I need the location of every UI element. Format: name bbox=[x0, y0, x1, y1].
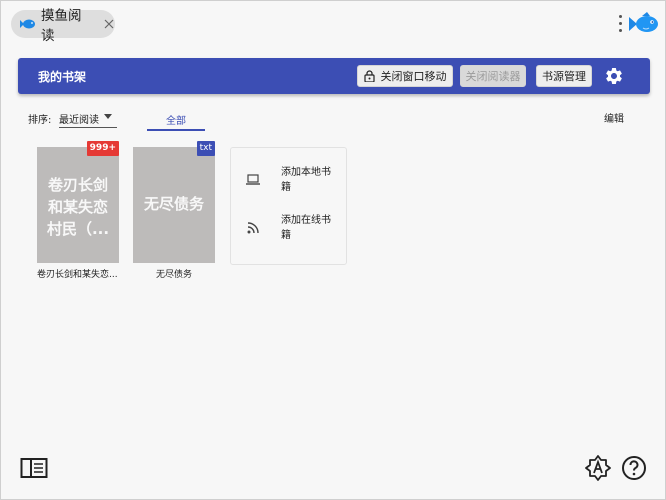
more-vert-icon[interactable] bbox=[618, 15, 624, 35]
app-tab[interactable]: 摸鱼阅读 bbox=[11, 8, 115, 44]
lock-icon bbox=[363, 70, 375, 82]
source-manage-label: 书源管理 bbox=[542, 70, 586, 83]
add-local-label: 添加本地书籍 bbox=[281, 167, 331, 193]
fish-logo-icon bbox=[19, 17, 35, 31]
page-title: 我的书架 bbox=[38, 70, 87, 84]
sort-select[interactable]: 最近阅读 bbox=[59, 108, 117, 128]
help-icon[interactable] bbox=[621, 455, 647, 481]
edit-button[interactable]: 编辑 bbox=[604, 110, 624, 125]
add-online-label: 添加在线书籍 bbox=[281, 215, 331, 241]
book-cover[interactable]: 无尽债务 txt bbox=[133, 141, 215, 263]
close-reader-label: 关闭阅读器 bbox=[465, 70, 521, 83]
close-icon[interactable] bbox=[103, 18, 115, 30]
add-local-book-button[interactable]: 添加本地书籍 bbox=[231, 160, 346, 200]
tab-all[interactable]: 全部 bbox=[147, 107, 205, 131]
source-manage-button[interactable]: 书源管理 bbox=[536, 65, 592, 87]
book-title[interactable]: 无尽债务 bbox=[133, 267, 215, 280]
lock-window-move-label: 关闭窗口移动 bbox=[380, 70, 447, 83]
book-cover[interactable]: 卷刃长剑和某失恋村民（... 999+ bbox=[37, 141, 119, 263]
add-online-book-button[interactable]: 添加在线书籍 bbox=[231, 208, 346, 248]
rss-icon bbox=[247, 222, 259, 234]
book-cover-text: 无尽债务 bbox=[143, 195, 204, 213]
sort-label: 排序: bbox=[28, 115, 52, 126]
laptop-icon bbox=[246, 174, 260, 185]
lock-window-move-button[interactable]: 关闭窗口移动 bbox=[357, 65, 453, 87]
font-size-icon[interactable] bbox=[585, 455, 611, 481]
book-cover-text: 卷刃长剑和某失恋村民（... bbox=[46, 176, 110, 238]
add-book-panel: 添加本地书籍 添加在线书籍 bbox=[230, 147, 347, 265]
format-badge: txt bbox=[196, 141, 215, 156]
app-window: 摸鱼阅读 我的书架 关闭窗口移动 关闭阅读器 书源管理 排序: 最近阅读 全部 … bbox=[0, 0, 666, 500]
chevron-down-icon bbox=[104, 114, 112, 119]
book-open-icon[interactable] bbox=[20, 457, 48, 479]
gear-icon[interactable] bbox=[604, 66, 624, 86]
sort-value: 最近阅读 bbox=[59, 115, 99, 126]
tab-label: 摸鱼阅读 bbox=[41, 8, 82, 44]
book-title[interactable]: 卷刃长剑和某失恋... bbox=[37, 267, 119, 280]
tab-all-label: 全部 bbox=[166, 116, 186, 127]
brand-fish-icon bbox=[629, 12, 658, 32]
shelf-header: 我的书架 关闭窗口移动 关闭阅读器 书源管理 bbox=[18, 58, 650, 94]
unread-badge: 999+ bbox=[86, 141, 119, 156]
close-reader-button[interactable]: 关闭阅读器 bbox=[460, 65, 526, 87]
